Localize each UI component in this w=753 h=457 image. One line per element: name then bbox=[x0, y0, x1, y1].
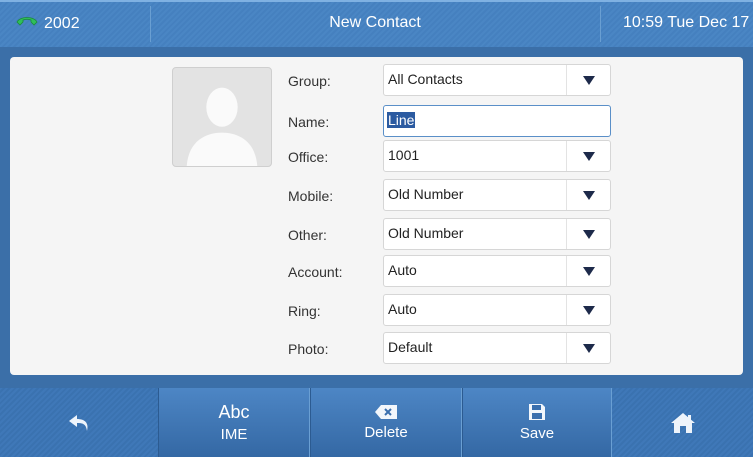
status-bar: 2002 New Contact 10:59 Tue Dec 17 bbox=[0, 0, 753, 47]
save-button[interactable]: Save bbox=[462, 388, 612, 457]
floppy-disk-icon bbox=[529, 404, 545, 420]
chevron-down-icon[interactable] bbox=[566, 141, 610, 171]
save-label: Save bbox=[519, 425, 555, 442]
photo-value: Default bbox=[388, 339, 433, 355]
chevron-down-icon[interactable] bbox=[566, 219, 610, 249]
back-button[interactable] bbox=[0, 388, 158, 457]
name-label: Name: bbox=[288, 114, 330, 130]
page-title: New Contact bbox=[329, 14, 421, 31]
header-separator bbox=[600, 6, 601, 42]
office-label: Office: bbox=[288, 149, 329, 165]
ring-select[interactable]: Auto bbox=[383, 294, 611, 326]
chevron-down-icon[interactable] bbox=[566, 295, 610, 325]
home-button[interactable] bbox=[612, 388, 753, 457]
ring-label: Ring: bbox=[288, 303, 321, 319]
name-value: Line bbox=[387, 112, 416, 128]
group-select[interactable]: All Contacts bbox=[383, 64, 611, 96]
office-value: 1001 bbox=[388, 147, 420, 163]
ime-label: IME bbox=[220, 426, 248, 443]
mobile-select[interactable]: Old Number bbox=[383, 179, 611, 211]
person-silhouette-icon bbox=[186, 87, 258, 166]
top-divider bbox=[0, 0, 753, 2]
chevron-down-icon[interactable] bbox=[566, 65, 610, 95]
account-select[interactable]: Auto bbox=[383, 255, 611, 287]
chevron-down-icon[interactable] bbox=[566, 256, 610, 286]
photo-label: Photo: bbox=[288, 341, 329, 357]
account-indicator[interactable]: 2002 bbox=[16, 14, 80, 33]
other-label: Other: bbox=[288, 227, 327, 243]
delete-label: Delete bbox=[364, 424, 408, 441]
contact-form-panel bbox=[10, 57, 743, 375]
contact-photo bbox=[172, 67, 272, 167]
backspace-icon bbox=[375, 405, 397, 419]
ime-mode-text: Abc bbox=[218, 402, 250, 422]
ime-button[interactable]: Abc IME bbox=[158, 388, 310, 457]
account-label: Account: bbox=[288, 264, 343, 280]
delete-button[interactable]: Delete bbox=[310, 388, 462, 457]
other-value: Old Number bbox=[388, 225, 464, 241]
account-value: Auto bbox=[388, 262, 417, 278]
home-icon bbox=[670, 412, 695, 433]
photo-select[interactable]: Default bbox=[383, 332, 611, 364]
group-value: All Contacts bbox=[388, 71, 463, 87]
chevron-down-icon[interactable] bbox=[566, 180, 610, 210]
name-input[interactable]: Line bbox=[383, 105, 611, 137]
mobile-value: Old Number bbox=[388, 186, 464, 202]
group-label: Group: bbox=[288, 73, 331, 89]
office-select[interactable]: 1001 bbox=[383, 140, 611, 172]
phone-handset-icon bbox=[16, 14, 38, 33]
account-number: 2002 bbox=[44, 14, 80, 32]
ring-value: Auto bbox=[388, 301, 417, 317]
chevron-down-icon[interactable] bbox=[566, 333, 610, 363]
back-arrow-icon bbox=[69, 414, 88, 431]
clock: 10:59 Tue Dec 17 bbox=[623, 14, 750, 31]
mobile-label: Mobile: bbox=[288, 188, 334, 204]
other-select[interactable]: Old Number bbox=[383, 218, 611, 250]
softkey-bar: Abc IME Delete Save bbox=[0, 388, 753, 457]
